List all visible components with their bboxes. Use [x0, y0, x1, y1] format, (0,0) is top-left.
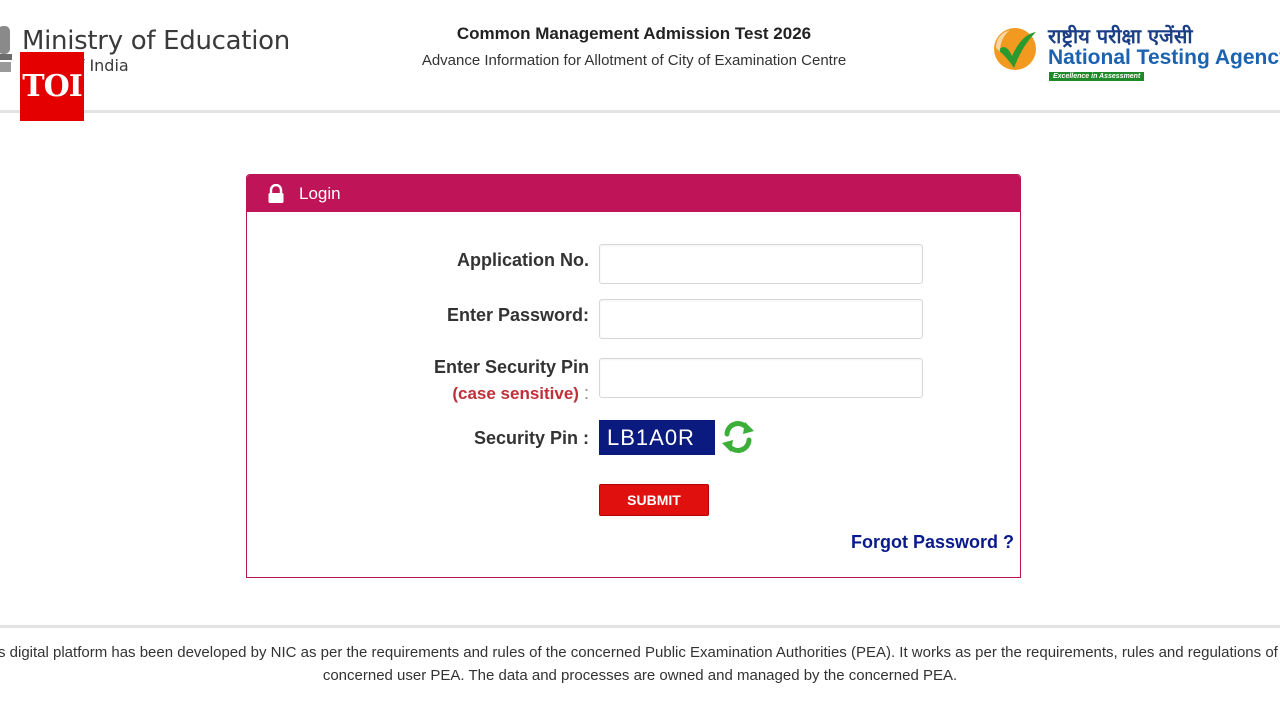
toi-badge: TOI	[20, 52, 84, 121]
nta-english-name: National Testing Agency	[1048, 46, 1280, 69]
password-input[interactable]	[599, 299, 923, 339]
nta-hindi-name: राष्ट्रीय परीक्षा एजेंसी	[1048, 24, 1193, 48]
application-number-input[interactable]	[599, 244, 923, 284]
lock-icon	[268, 183, 284, 203]
nta-logo-block: राष्ट्रीय परीक्षा एजेंसी National Testin…	[992, 22, 1280, 86]
password-label: Enter Password:	[446, 305, 589, 325]
page-header: Ministry of Education ment of India TOI …	[0, 0, 1280, 121]
application-label: Application No.	[457, 250, 589, 270]
exam-title: Common Management Admission Test 2026	[456, 24, 812, 43]
exam-heading: Common Management Admission Test 2026 Ad…	[380, 24, 888, 69]
exam-subtitle: Advance Information for Allotment of Cit…	[421, 52, 847, 69]
forgot-password-link[interactable]: Forgot Password ?	[851, 532, 1014, 553]
captcha-image: LB1A0R	[599, 420, 715, 455]
pin-colon: :	[583, 383, 589, 403]
case-sensitive-note: (case sensitive)	[452, 384, 579, 403]
captcha-label: Security Pin :	[473, 428, 589, 448]
nta-check-logo	[994, 28, 1036, 70]
security-pin-label-block: Enter Security Pin (case sensitive) :	[434, 354, 589, 407]
footer-disclaimer: This digital platform has been developed…	[0, 644, 1280, 684]
nta-tagline: Excellence in Assessment	[1049, 72, 1145, 81]
footer-divider	[0, 625, 1280, 628]
login-title: Login	[299, 183, 341, 203]
login-panel-header: Login	[247, 175, 1020, 212]
refresh-icon[interactable]	[719, 418, 757, 456]
emblem-icon	[0, 26, 12, 72]
login-panel: Login Application No. Enter Password: En…	[246, 174, 1021, 578]
submit-button[interactable]: SUBMIT	[599, 484, 709, 516]
security-pin-label: Enter Security Pin	[433, 357, 589, 377]
security-pin-input[interactable]	[599, 358, 923, 398]
